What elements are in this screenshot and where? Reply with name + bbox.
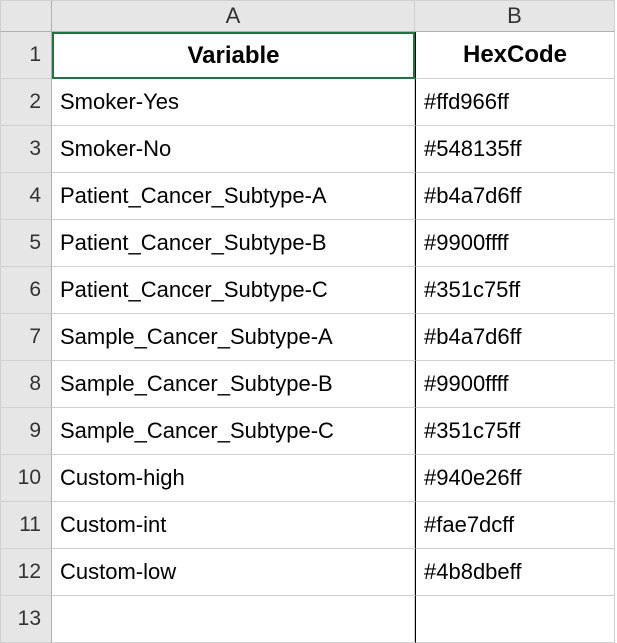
cell-b10[interactable]: #940e26ff [415,455,615,502]
row-header-2[interactable]: 2 [0,79,52,126]
cell-b6[interactable]: #351c75ff [415,267,615,314]
cell-a2[interactable]: Smoker-Yes [52,79,415,126]
cell-b13[interactable] [415,596,615,643]
cell-b11[interactable]: #fae7dcff [415,502,615,549]
row-header-8[interactable]: 8 [0,361,52,408]
cell-b12[interactable]: #4b8dbeff [415,549,615,596]
select-all-corner[interactable] [0,0,52,32]
row-header-9[interactable]: 9 [0,408,52,455]
cell-a7[interactable]: Sample_Cancer_Subtype-A [52,314,415,361]
row-header-3[interactable]: 3 [0,126,52,173]
row-header-6[interactable]: 6 [0,267,52,314]
row-header-7[interactable]: 7 [0,314,52,361]
row-header-4[interactable]: 4 [0,173,52,220]
cell-b4[interactable]: #b4a7d6ff [415,173,615,220]
row-header-10[interactable]: 10 [0,455,52,502]
row-header-11[interactable]: 11 [0,502,52,549]
cell-a6[interactable]: Patient_Cancer_Subtype-C [52,267,415,314]
cell-a5[interactable]: Patient_Cancer_Subtype-B [52,220,415,267]
row-header-5[interactable]: 5 [0,220,52,267]
cell-a12[interactable]: Custom-low [52,549,415,596]
cell-a10[interactable]: Custom-high [52,455,415,502]
cell-b2[interactable]: #ffd966ff [415,79,615,126]
cell-a4[interactable]: Patient_Cancer_Subtype-A [52,173,415,220]
cell-b8[interactable]: #9900ffff [415,361,615,408]
cell-a11[interactable]: Custom-int [52,502,415,549]
cell-b1[interactable]: HexCode [415,32,615,79]
cell-b5[interactable]: #9900ffff [415,220,615,267]
cell-b3[interactable]: #548135ff [415,126,615,173]
row-header-13[interactable]: 13 [0,596,52,643]
cell-b9[interactable]: #351c75ff [415,408,615,455]
column-header-a[interactable]: A [52,0,415,32]
cell-a9[interactable]: Sample_Cancer_Subtype-C [52,408,415,455]
cell-a13[interactable] [52,596,415,643]
cell-a8[interactable]: Sample_Cancer_Subtype-B [52,361,415,408]
spreadsheet-grid[interactable]: A B 1 Variable HexCode 2 Smoker-Yes #ffd… [0,0,617,643]
cell-a1[interactable]: Variable [52,32,415,79]
column-header-b[interactable]: B [415,0,615,32]
row-header-1[interactable]: 1 [0,32,52,79]
cell-a3[interactable]: Smoker-No [52,126,415,173]
row-header-12[interactable]: 12 [0,549,52,596]
cell-b7[interactable]: #b4a7d6ff [415,314,615,361]
